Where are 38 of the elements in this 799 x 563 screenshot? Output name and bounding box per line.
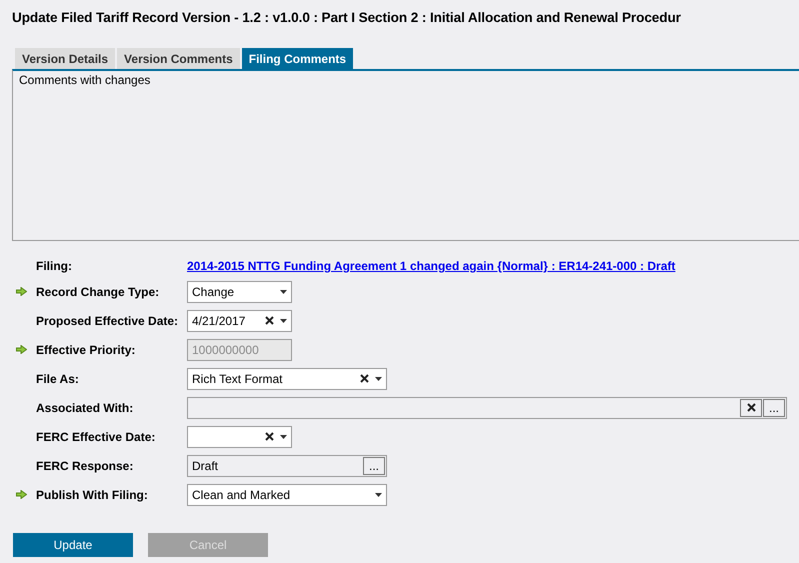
tab[interactable]: Version Comments	[117, 48, 240, 69]
input-field: 1000000000	[187, 338, 292, 360]
clear-button[interactable]	[740, 398, 762, 416]
browse-button[interactable]: ...	[763, 398, 785, 416]
dropdown-value: 4/21/2017	[192, 314, 246, 328]
field-label: Effective Priority:	[36, 342, 136, 356]
window-title: Update Filed Tariff Record Version - 1.2 : v1.0.0 : Part I Section 2 : Initial Allocation and Renewal Procedur	[12, 9, 682, 27]
lookup-field[interactable]: Draft ...	[187, 454, 387, 476]
comments-field[interactable]: Comments with changes	[12, 69, 799, 241]
filing-link[interactable]: 2014-2015 NTTG Funding Agreement 1 changed again {Normal} : ER14-241-000 : Draft	[187, 259, 676, 273]
browse-button[interactable]: ...	[363, 456, 385, 474]
lookup-value: Draft	[192, 458, 220, 472]
dropdown[interactable]: Clean and Marked	[187, 484, 387, 506]
field-label: Proposed Effective Date:	[36, 314, 180, 328]
field-label: Filing:	[36, 259, 73, 273]
field-label: Publish With Filing:	[36, 488, 149, 502]
dropdown[interactable]	[187, 426, 292, 448]
dropdown-value: Change	[192, 284, 236, 298]
lookup-field[interactable]: ...	[187, 396, 787, 418]
field-label: Record Change Type:	[36, 284, 160, 298]
dropdown-caret-icon	[280, 318, 287, 322]
dropdown-caret-icon	[375, 376, 382, 380]
dropdown-value: Rich Text Format	[192, 372, 284, 386]
dropdown-caret-icon	[280, 290, 287, 294]
dropdown[interactable]: 4/21/2017	[187, 310, 292, 332]
dropdown-caret-icon	[375, 492, 382, 496]
tab[interactable]: Version Details	[15, 48, 116, 69]
field-label: FERC Response:	[36, 458, 134, 472]
field-label: FERC Effective Date:	[36, 430, 156, 444]
field-label: File As:	[36, 372, 80, 386]
action-button[interactable]: Update	[13, 533, 133, 557]
dropdown-caret-icon	[280, 434, 287, 438]
clear-icon	[746, 403, 756, 412]
tab[interactable]: Filing Comments	[242, 48, 354, 69]
field-label: Associated With:	[36, 400, 134, 414]
dropdown[interactable]: Rich Text Format	[187, 368, 387, 390]
dropdown[interactable]: Change	[187, 280, 292, 302]
dropdown-value: Clean and Marked	[192, 488, 292, 502]
